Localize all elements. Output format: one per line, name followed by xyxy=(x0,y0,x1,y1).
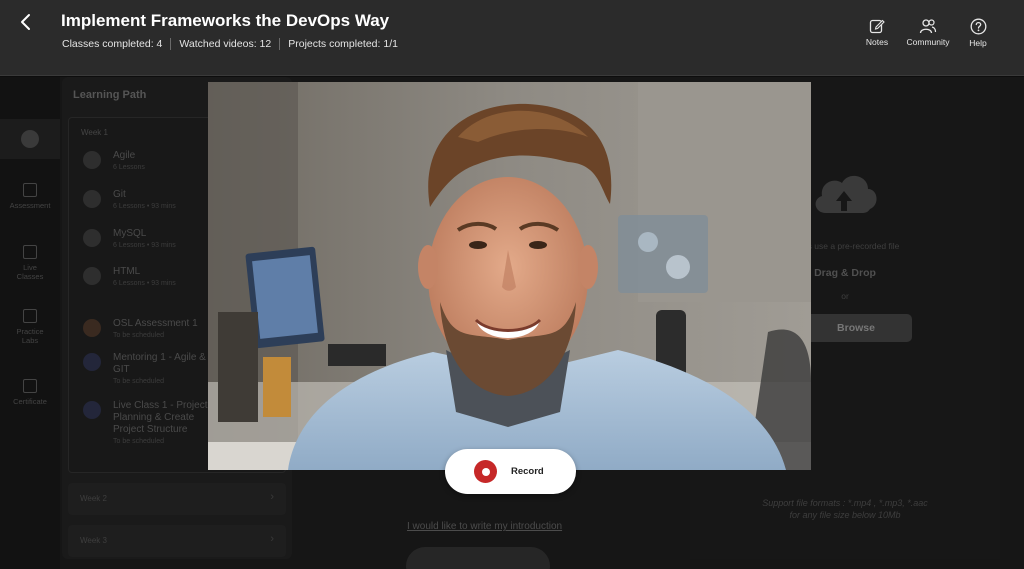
week-2-section[interactable]: Week 2 › xyxy=(68,483,286,515)
help-label: Help xyxy=(969,38,987,48)
record-icon xyxy=(474,460,497,483)
back-arrow-icon[interactable] xyxy=(16,12,36,32)
chevron-right-icon: › xyxy=(270,491,274,503)
lesson-icon xyxy=(83,151,101,169)
record-button[interactable]: Record xyxy=(445,449,576,494)
help-button[interactable]: Help xyxy=(948,18,1008,48)
sidebar-item-label: Practice Labs xyxy=(16,327,44,345)
sidebar-item-assessment[interactable]: Assessment xyxy=(0,183,60,210)
notes-icon xyxy=(869,19,885,34)
sidebar-item-practice-labs[interactable]: Practice Labs xyxy=(0,309,60,345)
record-button-shadow xyxy=(406,547,550,569)
lesson-icon xyxy=(83,190,101,208)
course-icon xyxy=(21,130,39,148)
sidebar-item-live-classes[interactable]: Live Classes xyxy=(0,245,60,281)
cloud-upload-icon xyxy=(808,169,880,226)
sidebar-item-course[interactable] xyxy=(0,119,60,159)
supported-formats: Support file formats : *.mp4 , *.mp3, *.… xyxy=(762,498,928,520)
top-header: Implement Frameworks the DevOps Way Clas… xyxy=(0,0,1024,76)
help-icon xyxy=(970,18,986,35)
lesson-icon xyxy=(83,229,101,247)
write-introduction-link[interactable]: I would like to write my introduction xyxy=(407,521,562,532)
sidebar-rail: Assessment Live Classes Practice Labs Ce… xyxy=(0,77,60,569)
sidebar-item-label: Certificate xyxy=(13,397,47,406)
lesson-icon xyxy=(83,267,101,285)
sidebar-item-label: Assessment xyxy=(9,201,51,210)
learning-path-title: Learning Path xyxy=(73,89,147,101)
browse-button[interactable]: Browse xyxy=(800,314,912,342)
live-class-icon xyxy=(83,401,101,419)
watched-videos-stat: Watched videos: 12 xyxy=(170,38,279,50)
webcam-preview xyxy=(208,82,811,470)
notes-label: Notes xyxy=(865,37,889,47)
community-icon xyxy=(919,19,937,34)
week-3-section[interactable]: Week 3 › xyxy=(68,525,286,557)
assessment-icon xyxy=(23,183,37,197)
app-window: Assessment Live Classes Practice Labs Ce… xyxy=(0,0,1024,569)
sidebar-item-certificate[interactable]: Certificate xyxy=(0,379,60,406)
projects-completed-stat: Projects completed: 1/1 xyxy=(279,38,406,50)
mentoring-icon xyxy=(83,353,101,371)
assessment-dot-icon xyxy=(83,319,101,337)
page-title: Implement Frameworks the DevOps Way xyxy=(61,11,390,30)
record-label: Record xyxy=(511,466,544,477)
live-classes-icon xyxy=(23,245,37,259)
sidebar-item-label: Live Classes xyxy=(16,263,44,281)
progress-stats: Classes completed: 4 Watched videos: 12 … xyxy=(62,38,406,50)
community-label: Community xyxy=(906,37,950,47)
certificate-icon xyxy=(23,379,37,393)
chevron-right-icon: › xyxy=(270,533,274,545)
practice-labs-icon xyxy=(23,309,37,323)
week-1-label[interactable]: Week 1 xyxy=(81,128,108,137)
classes-completed-stat: Classes completed: 4 xyxy=(62,38,163,50)
